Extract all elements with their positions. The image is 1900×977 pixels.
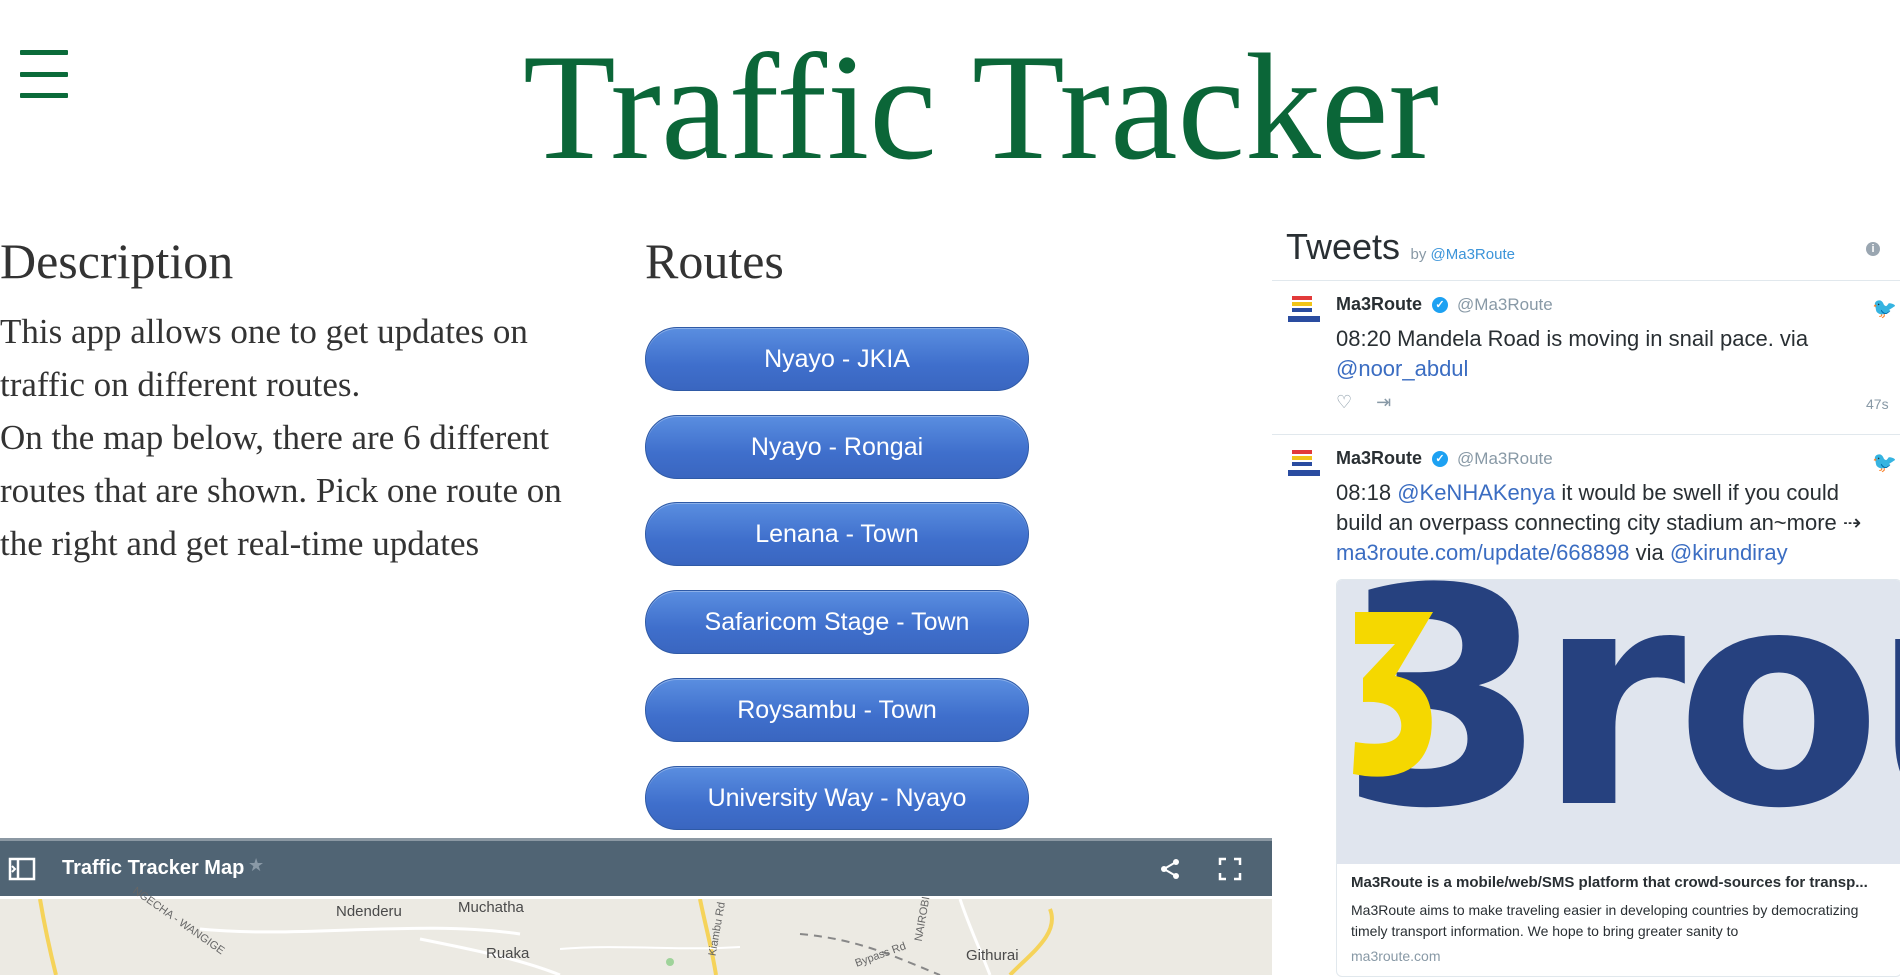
tweet-actions: ♡ ⇥: [1336, 392, 1391, 413]
route-button-safaricom-stage-town[interactable]: Safaricom Stage - Town: [645, 590, 1029, 654]
routes-heading: Routes: [645, 233, 784, 289]
timeline-header: Tweets by @Ma3Route: [1286, 226, 1515, 268]
card-domain: ma3route.com: [1351, 948, 1441, 964]
tweet-text-body: 08:20 Mandela Road is moving in snail pa…: [1336, 326, 1809, 351]
tweet-mention-link[interactable]: @KeNHAKenya: [1397, 480, 1555, 505]
tweet-author-name: Ma3Route: [1336, 448, 1423, 468]
route-button-nyayo-jkia[interactable]: Nyayo - JKIA: [645, 327, 1029, 391]
timeline-title: Tweets: [1286, 226, 1401, 267]
timeline-by-prefix: by: [1410, 246, 1427, 263]
ma3route-logo-icon: [1288, 450, 1320, 476]
page-title: Traffic Tracker: [522, 23, 1440, 191]
map-canvas[interactable]: Ndenderu Muchatha Ruaka Githurai Kiambu …: [0, 885, 1272, 975]
avatar[interactable]: [1286, 446, 1322, 482]
description-line-1: This app allows one to get updates on tr…: [0, 312, 528, 404]
verified-icon: ✓: [1432, 451, 1449, 468]
timeline-by: by @Ma3Route: [1411, 246, 1515, 263]
twitter-timeline: Tweets by @Ma3Route i Ma3Route ✓ @Ma3Rou…: [1272, 218, 1900, 977]
tweet-timestamp[interactable]: 47s: [1866, 396, 1889, 412]
map-title: Traffic Tracker Map: [62, 857, 245, 879]
route-button-university-way-nyayo[interactable]: University Way - Nyayo: [645, 766, 1029, 830]
tweet-handle: @Ma3Route: [1457, 449, 1553, 468]
star-icon[interactable]: ★: [248, 855, 264, 876]
twitter-bird-icon[interactable]: 🐦: [1872, 450, 1897, 475]
divider: [1272, 280, 1900, 281]
share-icon[interactable]: [1158, 857, 1182, 881]
fullscreen-icon[interactable]: [1218, 857, 1242, 881]
route-button-lenana-town[interactable]: Lenana - Town: [645, 502, 1029, 566]
tweet-mention-link[interactable]: @noor_abdul: [1336, 356, 1468, 381]
avatar[interactable]: [1286, 292, 1322, 328]
tweet-url-link[interactable]: ma3route.com/update/668898: [1336, 540, 1630, 565]
tweet-mention-link[interactable]: @kirundiray: [1670, 540, 1788, 565]
map-embed[interactable]: Traffic Tracker Map ★ Ndenderu Muchatha …: [0, 838, 1272, 975]
verified-icon: ✓: [1432, 297, 1449, 314]
route-button-nyayo-rongai[interactable]: Nyayo - Rongai: [645, 415, 1029, 479]
twitter-bird-icon[interactable]: 🐦: [1872, 296, 1897, 321]
share-icon[interactable]: ⇥: [1376, 392, 1391, 413]
tweet-author[interactable]: Ma3Route ✓ @Ma3Route: [1336, 448, 1553, 469]
routes-list: Nyayo - JKIA Nyayo - Rongai Lenana - Tow…: [645, 327, 1029, 854]
map-label-ruaka: Ruaka: [486, 945, 530, 962]
tweet-handle: @Ma3Route: [1457, 295, 1553, 314]
like-icon[interactable]: ♡: [1336, 392, 1352, 413]
tweet-author[interactable]: Ma3Route ✓ @Ma3Route: [1336, 294, 1553, 315]
timeline-by-handle-link[interactable]: @Ma3Route: [1431, 246, 1515, 263]
ma3route-logo-icon: [1288, 296, 1320, 322]
map-legend-icon[interactable]: [8, 857, 36, 881]
tweet-via: via: [1635, 540, 1664, 565]
description-heading: Description: [0, 233, 234, 289]
map-toolbar: Traffic Tracker Map ★: [0, 841, 1272, 896]
map-label-githurai: Githurai: [966, 947, 1019, 964]
map-label-ndenderu: Ndenderu: [336, 903, 402, 920]
description-text: This app allows one to get updates on tr…: [0, 305, 612, 570]
tweet-time-prefix: 08:18: [1336, 480, 1392, 505]
card-description: Ma3Route aims to make traveling easier i…: [1351, 902, 1859, 939]
route-button-roysambu-town[interactable]: Roysambu - Town: [645, 678, 1029, 742]
card-image: 3rou: [1337, 580, 1900, 864]
divider: [1272, 434, 1900, 435]
link-card[interactable]: 3rou Ma3Route is a mobile/web/SMS platfo…: [1336, 579, 1900, 977]
tweet-author-name: Ma3Route: [1336, 294, 1423, 314]
tweet-item[interactable]: Ma3Route ✓ @Ma3Route 🐦 08:18 @KeNHAKenya…: [1272, 436, 1900, 977]
tweet-item[interactable]: Ma3Route ✓ @Ma3Route 🐦 08:20 Mandela Roa…: [1272, 282, 1900, 432]
map-label-muchatha: Muchatha: [458, 899, 524, 916]
tweet-text: 08:20 Mandela Road is moving in snail pa…: [1336, 324, 1884, 384]
info-icon[interactable]: i: [1866, 242, 1880, 256]
card-image-logo-accent: [1345, 604, 1437, 786]
card-title: Ma3Route is a mobile/web/SMS platform th…: [1351, 874, 1868, 891]
tweet-text: 08:18 @KeNHAKenya it would be swell if y…: [1336, 478, 1884, 568]
description-line-2: On the map below, there are 6 different …: [0, 418, 562, 563]
